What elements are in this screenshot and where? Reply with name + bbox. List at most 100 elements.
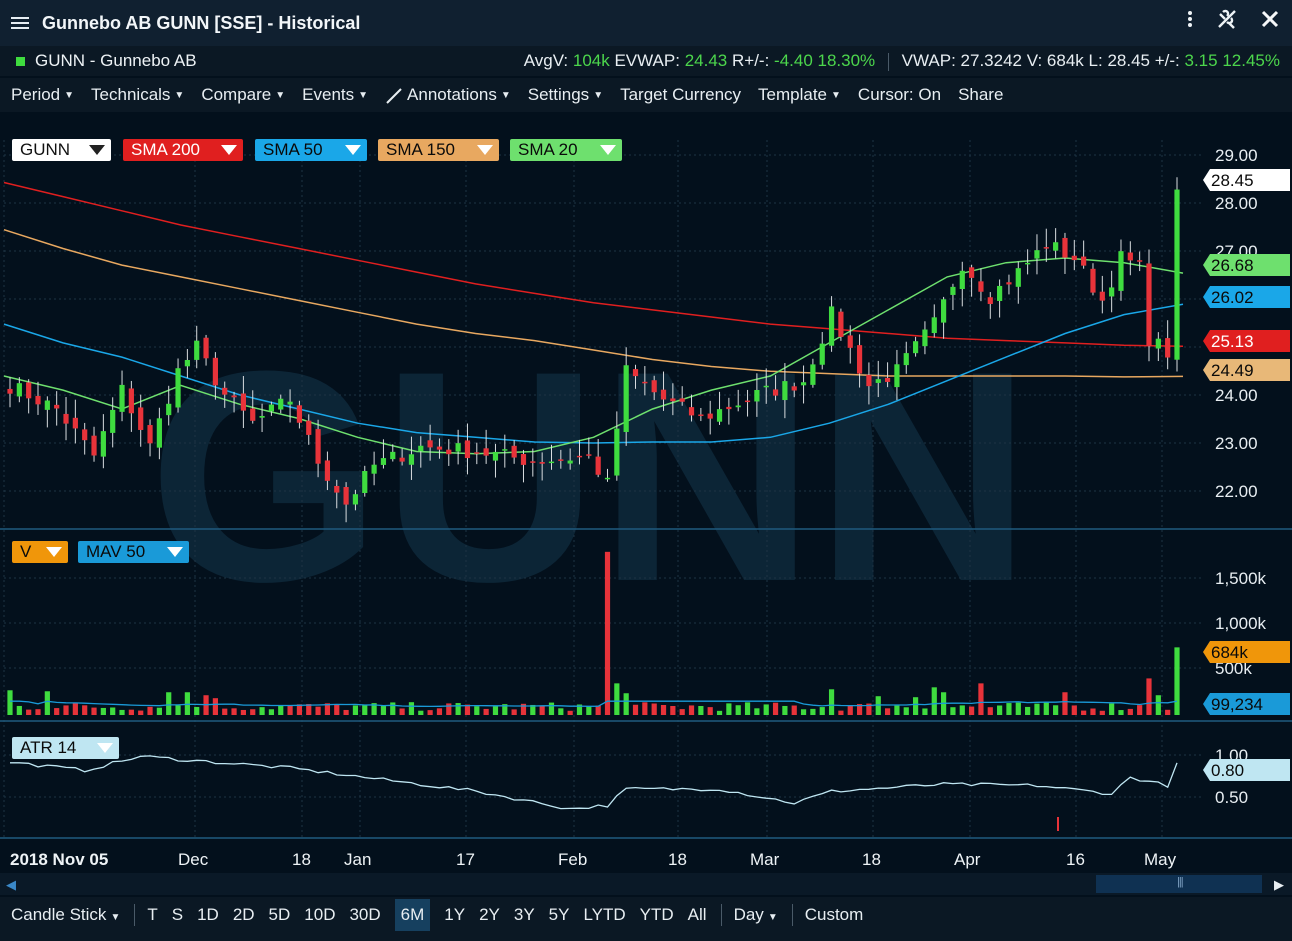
range-YTD[interactable]: YTD — [640, 905, 674, 925]
chart-area[interactable]: GUNN 29.00 28.00 27.00 24.00 23.00 22.00 1,500… — [0, 120, 1292, 872]
candle-body — [978, 281, 984, 292]
range-2Y[interactable]: 2Y — [479, 905, 500, 925]
volume-bar — [1099, 710, 1105, 715]
candle-body — [474, 452, 480, 454]
more-vertical-icon[interactable] — [1186, 9, 1194, 29]
volume-bar — [1109, 703, 1115, 715]
volume-bar — [707, 707, 713, 715]
volume-value: 684k — [1046, 51, 1084, 70]
range-3Y[interactable]: 3Y — [514, 905, 535, 925]
compare-label: Compare — [201, 85, 272, 104]
volume-bar — [54, 708, 60, 715]
chevron-down-icon — [89, 145, 105, 155]
volume-bar — [660, 704, 667, 715]
candle-body — [1127, 252, 1133, 261]
legend-tag-atr14[interactable]: ATR 14 — [12, 737, 119, 759]
annotations-menu[interactable]: Annotations ▼ — [385, 85, 511, 105]
candle-body — [660, 389, 667, 400]
scroll-left-icon[interactable]: ◀ — [6, 877, 16, 893]
custom-range-button[interactable]: Custom — [805, 905, 864, 925]
range-5Y[interactable]: 5Y — [549, 905, 570, 925]
candle-body — [278, 398, 284, 410]
candle-body — [418, 445, 424, 452]
volume-bar — [100, 707, 106, 715]
volume-bar — [595, 705, 601, 715]
share-button[interactable]: Share — [958, 85, 1003, 105]
legend-tag-mav50[interactable]: MAV 50 — [78, 541, 189, 563]
events-menu[interactable]: Events ▼ — [302, 85, 368, 105]
chart-type-label: Candle Stick — [11, 905, 107, 924]
legend-tag-sma50[interactable]: SMA 50 — [255, 139, 367, 161]
volume-bar — [931, 687, 937, 715]
legend-tag-gunn[interactable]: GUNN — [12, 139, 111, 161]
chart-type-menu[interactable]: Candle Stick ▼ — [11, 905, 120, 925]
candle-body — [679, 398, 685, 402]
volume-bar — [418, 710, 424, 715]
volume-bar — [483, 708, 489, 715]
period-menu[interactable]: Period ▼ — [11, 85, 74, 105]
compare-menu[interactable]: Compare ▼ — [201, 85, 285, 105]
target-currency-button[interactable]: Target Currency — [620, 85, 741, 105]
candle-body — [1099, 291, 1105, 301]
candle-body — [875, 379, 881, 383]
x-tick-label: Feb — [558, 850, 587, 869]
legend-tag-sma20[interactable]: SMA 20 — [510, 139, 622, 161]
chart-canvas[interactable]: GUNN 29.0028.0027.0024.0023.0022.001,500… — [0, 120, 1292, 872]
time-scrollbar[interactable]: ◀ ||| ▶ — [0, 873, 1292, 895]
volume-bar — [688, 705, 695, 715]
legend-tag-volume[interactable]: V — [12, 541, 68, 563]
last-value-label: 24.49 — [1211, 361, 1254, 380]
volume-bar — [810, 708, 816, 715]
cursor-toggle[interactable]: Cursor: On — [858, 85, 941, 105]
legend-tag-sma150[interactable]: SMA 150 — [378, 139, 499, 161]
legend-tag-sma200[interactable]: SMA 200 — [123, 139, 243, 161]
candle-body — [866, 374, 872, 387]
volume-bar — [511, 709, 517, 715]
volume-bar — [1165, 709, 1171, 715]
candle-body — [670, 398, 676, 402]
range-30D[interactable]: 30D — [349, 905, 380, 925]
last-value-label: 25.13 — [1211, 332, 1254, 351]
avgv-label: AvgV: — [523, 51, 569, 70]
volume-bar — [26, 709, 32, 715]
scroll-right-icon[interactable]: ▶ — [1274, 877, 1284, 893]
range-S[interactable]: S — [172, 905, 183, 925]
range-10D[interactable]: 10D — [304, 905, 335, 925]
tag-gunn: 28.45 — [1203, 169, 1290, 191]
interval-menu[interactable]: Day ▼ — [734, 905, 778, 925]
volume-label: V: — [1026, 51, 1043, 70]
volume-bar — [35, 709, 41, 715]
volume-bar — [1118, 710, 1124, 715]
volume-bar — [670, 705, 676, 715]
range-All[interactable]: All — [688, 905, 707, 925]
volume-bar — [1081, 710, 1087, 715]
volume-bar — [1025, 706, 1031, 715]
range-2D[interactable]: 2D — [233, 905, 255, 925]
candle-body — [828, 306, 835, 346]
candle-body — [1053, 242, 1059, 251]
volume-bar — [166, 692, 172, 715]
range-T[interactable]: T — [147, 905, 157, 925]
technicals-menu[interactable]: Technicals ▼ — [91, 85, 184, 105]
range-6M[interactable]: 6M — [394, 899, 431, 931]
range-1D[interactable]: 1D — [197, 905, 219, 925]
last-value-label: 0.80 — [1211, 761, 1244, 780]
candle-body — [651, 380, 657, 393]
volume-bar — [978, 683, 984, 715]
range-5D[interactable]: 5D — [269, 905, 291, 925]
candle-body — [110, 409, 116, 433]
close-icon[interactable] — [1260, 9, 1280, 29]
range-1Y[interactable]: 1Y — [444, 905, 465, 925]
settings-menu[interactable]: Settings ▼ — [528, 85, 603, 105]
candle-body — [838, 311, 844, 337]
volume-bar — [754, 708, 760, 715]
tag-sma50: 26.02 — [1203, 286, 1290, 308]
template-menu[interactable]: Template ▼ — [758, 85, 841, 105]
volume-bar — [997, 705, 1003, 715]
unlink-icon[interactable] — [1216, 8, 1238, 30]
volume-bar — [1043, 702, 1049, 715]
range-LYTD[interactable]: LYTD — [583, 905, 625, 925]
x-tick-label: 18 — [862, 850, 881, 869]
menu-icon[interactable] — [10, 15, 32, 31]
volume-bar — [184, 692, 190, 715]
